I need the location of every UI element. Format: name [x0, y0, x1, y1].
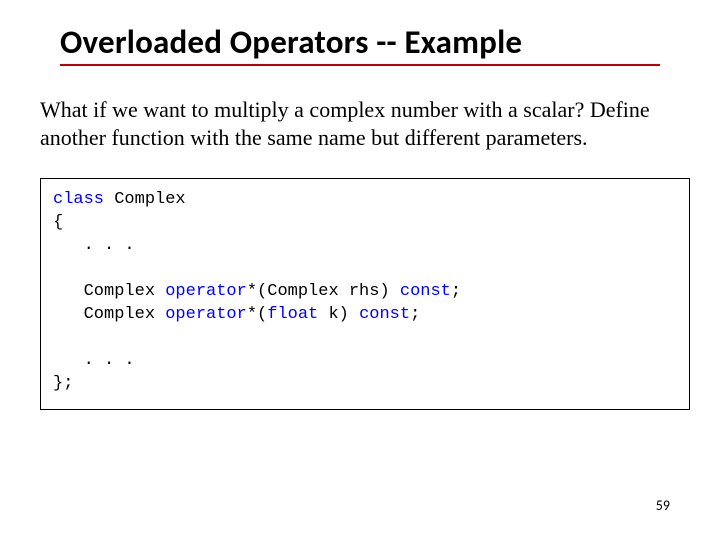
code-text: ;: [410, 305, 420, 324]
code-text: *(Complex rhs): [247, 282, 400, 301]
slide-body-text: What if we want to multiply a complex nu…: [40, 96, 690, 151]
code-text: k): [318, 305, 359, 324]
keyword-const: const: [359, 305, 410, 324]
keyword-class: class: [53, 190, 104, 209]
code-text: Complex: [53, 282, 165, 301]
slide: Overloaded Operators -- Example What if …: [0, 0, 720, 540]
keyword-operator: operator: [165, 282, 247, 301]
code-text: . . .: [53, 236, 135, 255]
page-number: 59: [656, 497, 670, 514]
code-text: {: [53, 213, 63, 232]
slide-title: Overloaded Operators -- Example: [60, 22, 660, 66]
keyword-float: float: [267, 305, 318, 324]
code-text: Complex: [104, 190, 186, 209]
code-text: };: [53, 374, 73, 393]
code-text: Complex: [53, 305, 165, 324]
code-text: ;: [451, 282, 461, 301]
code-text: *(: [247, 305, 267, 324]
code-text: . . .: [53, 351, 135, 370]
code-block: class Complex { . . . Complex operator*(…: [40, 178, 690, 410]
keyword-const: const: [400, 282, 451, 301]
keyword-operator: operator: [165, 305, 247, 324]
